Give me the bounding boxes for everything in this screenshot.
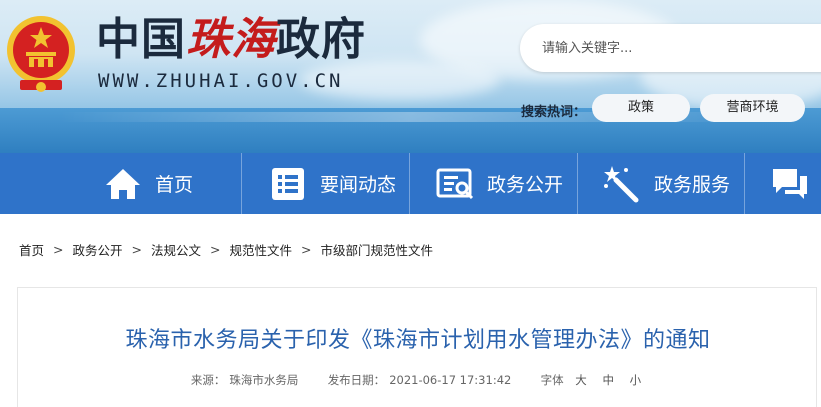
hot-words-label: 搜索热词： — [521, 105, 587, 120]
breadcrumb-regulations[interactable]: 法规公文 — [151, 240, 201, 259]
breadcrumb-separator: > — [301, 241, 312, 257]
nav-item-news[interactable]: 要闻动态 — [268, 153, 396, 214]
service-wand-icon — [604, 165, 639, 202]
breadcrumb-home[interactable]: 首页 — [19, 240, 44, 259]
breadcrumb-city-dept-docs[interactable]: 市级部门规范性文件 — [321, 240, 434, 259]
date-label: 发布日期： — [327, 373, 386, 387]
nav-item-home-label: 首页 — [155, 174, 194, 196]
date-value: 2021-06-17 17:31:42 — [389, 373, 512, 387]
font-size-medium-button[interactable]: 中 — [602, 373, 614, 387]
news-list-icon — [272, 167, 304, 200]
site-title-accent: 珠海 — [186, 14, 276, 65]
nav-item-gov-services[interactable]: 政务服务 — [602, 153, 730, 214]
hot-word-business-environment[interactable]: 营商环境 — [700, 94, 805, 122]
nav-item-interaction[interactable] — [770, 153, 821, 214]
site-title-tail: 政府 — [276, 14, 366, 65]
font-size-label: 字体 — [540, 373, 564, 387]
breadcrumb-open-affairs[interactable]: 政务公开 — [73, 240, 123, 259]
nav-item-open-affairs-label: 政务公开 — [487, 174, 564, 196]
search-input[interactable] — [542, 38, 821, 58]
home-icon — [106, 168, 140, 199]
nav-item-open-affairs[interactable]: 政务公开 — [435, 153, 563, 214]
national-emblem-icon — [7, 16, 75, 92]
breadcrumb-normative-docs[interactable]: 规范性文件 — [230, 240, 293, 259]
source-label: 来源： — [190, 373, 226, 387]
site-title-main: 中国 — [96, 14, 186, 65]
chat-bubbles-icon — [773, 168, 807, 199]
breadcrumb: 首页 > 政务公开 > 法规公文 > 规范性文件 > 市级部门规范性文件 — [19, 240, 433, 258]
article-meta: 来源： 珠海市水务局 发布日期： 2021-06-17 17:31:42 字体 大 … — [18, 372, 818, 388]
breadcrumb-separator: > — [131, 241, 142, 257]
source-value: 珠海市水务局 — [229, 373, 299, 387]
open-affairs-icon — [436, 168, 474, 199]
article-title: 珠海市水务局关于印发《珠海市计划用水管理办法》的通知 — [125, 328, 711, 353]
article-card: 珠海市水务局关于印发《珠海市计划用水管理办法》的通知 来源： 珠海市水务局 发布日… — [17, 287, 817, 407]
hot-word-policy[interactable]: 政策 — [592, 94, 690, 122]
font-size-small-button[interactable]: 小 — [630, 373, 642, 387]
nav-item-home[interactable]: 首页 — [103, 153, 193, 214]
main-nav: 首页 要闻动态 政务公开 政务服务 — [0, 153, 821, 214]
site-url: WWW.ZHUHAI.GOV.CN — [98, 70, 344, 92]
nav-item-gov-services-label: 政务服务 — [654, 174, 731, 196]
nav-item-news-label: 要闻动态 — [320, 174, 397, 196]
search-box[interactable] — [520, 24, 821, 72]
font-size-large-button[interactable]: 大 — [575, 373, 587, 387]
site-title[interactable]: 中国珠海政府 — [96, 14, 366, 66]
breadcrumb-separator: > — [53, 241, 64, 257]
breadcrumb-separator: > — [210, 241, 221, 257]
